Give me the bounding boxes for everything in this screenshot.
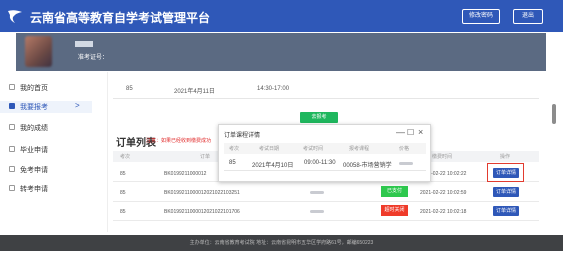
minimize-icon[interactable]: — bbox=[396, 127, 405, 137]
modal-table-header bbox=[224, 143, 426, 154]
scrollbar-track[interactable] bbox=[552, 33, 557, 235]
header-action: 操作 bbox=[500, 154, 511, 160]
maximize-icon[interactable]: ☐ bbox=[407, 128, 414, 137]
sidebar-item-label: 免考申请 bbox=[20, 167, 48, 174]
exemption-icon bbox=[9, 166, 15, 172]
sidebar-item-exemption[interactable]: 免考申请 bbox=[0, 164, 92, 176]
modal-header-time: 考试时间 bbox=[303, 146, 324, 152]
sidebar-item-label: 我要报考 bbox=[20, 104, 48, 111]
register-exam-button[interactable]: 去报考 bbox=[300, 112, 338, 123]
platform-title: 云南省高等教育自学考试管理平台 bbox=[30, 11, 211, 25]
change-password-button[interactable]: 修改密码 bbox=[462, 9, 500, 24]
modal-date: 2021年4月10日 bbox=[252, 163, 294, 169]
logo-icon bbox=[8, 10, 22, 23]
close-icon[interactable]: × bbox=[418, 127, 423, 137]
divider bbox=[224, 170, 426, 171]
footer-text: 主办单位：云南省教育考试院 地址：云南省昆明市五华区学府路61号，邮编65022… bbox=[189, 240, 374, 246]
header-exam: 考次 bbox=[120, 154, 131, 160]
avatar bbox=[25, 36, 52, 67]
sidebar-item-label: 毕业申请 bbox=[20, 147, 48, 154]
order-time: 2021-02-22 10:02:18 bbox=[420, 209, 467, 215]
footer: 主办单位：云南省教育考试院 地址：云南省昆明市五华区学府路61号，邮编65022… bbox=[0, 235, 563, 251]
sidebar-item-transfer[interactable]: 转考申请 bbox=[0, 183, 92, 195]
modal-header-exam: 考次 bbox=[229, 146, 240, 152]
order-detail-button[interactable]: 订单详情 bbox=[493, 206, 519, 216]
sidebar-item-graduation[interactable]: 毕业申请 bbox=[0, 144, 92, 156]
exam-time: 14:30-17:00 bbox=[257, 86, 290, 92]
header-paid-time: 缴费时间 bbox=[432, 154, 453, 160]
order-exam: 85 bbox=[120, 209, 126, 215]
admission-number-label: 准考证号： bbox=[78, 55, 109, 61]
logout-button[interactable]: 退出 bbox=[513, 9, 543, 24]
order-exam: 85 bbox=[120, 190, 126, 196]
order-id: BK0199211000012021022103251 bbox=[164, 190, 240, 196]
user-info-bar: 准考证号： bbox=[16, 33, 546, 71]
exam-session-no: 85 bbox=[126, 86, 133, 92]
scrollbar-thumb[interactable] bbox=[552, 104, 556, 124]
header-order: 订单 bbox=[200, 154, 211, 160]
sidebar-item-label: 转考申请 bbox=[20, 186, 48, 193]
top-header: 云南省高等教育自学考试管理平台 修改密码 退出 bbox=[0, 0, 563, 32]
home-icon bbox=[9, 84, 15, 90]
sidebar-item-scores[interactable]: 我的成绩 bbox=[0, 122, 92, 134]
score-icon bbox=[9, 124, 15, 130]
price-redacted bbox=[399, 162, 413, 165]
modal-header-price: 价格 bbox=[399, 146, 410, 152]
amount-redacted bbox=[310, 191, 324, 194]
sidebar-item-label: 我的首页 bbox=[20, 85, 48, 92]
sidebar-item-home[interactable]: 我的首页 bbox=[0, 82, 92, 94]
exam-date: 2021年4月11日 bbox=[174, 89, 215, 95]
amount-redacted bbox=[310, 210, 324, 213]
status-badge: 已支付 bbox=[381, 186, 408, 197]
order-id: BK0199211000012021022101706 bbox=[164, 209, 240, 215]
order-id: BK0199211000012 bbox=[164, 171, 207, 177]
chevron-right-icon: > bbox=[75, 101, 80, 110]
order-course-detail-modal: 订单课程详情 — ☐ × 考次 考试日期 考试时间 报考课程 价格 85 202… bbox=[218, 124, 431, 182]
modal-title: 订单课程详情 bbox=[224, 133, 261, 139]
graduation-icon bbox=[9, 146, 15, 152]
order-exam: 85 bbox=[120, 171, 126, 177]
modal-time: 09:00-11:30 bbox=[304, 160, 336, 166]
modal-header-date: 考试日期 bbox=[259, 146, 280, 152]
order-detail-button[interactable]: 订单详情 bbox=[493, 187, 519, 197]
order-time: 2021-02-22 10:02:59 bbox=[420, 190, 467, 196]
orders-note: 注意：如果已经收到缴费成功 bbox=[146, 138, 212, 144]
modal-header-course: 报考课程 bbox=[349, 146, 370, 152]
user-name-redacted bbox=[75, 41, 93, 47]
status-badge: 超时关闭 bbox=[381, 205, 408, 216]
sidebar-item-label: 我的成绩 bbox=[20, 125, 48, 132]
divider bbox=[113, 98, 539, 99]
modal-course: 00058-市场营销学 bbox=[343, 163, 392, 169]
register-icon bbox=[9, 103, 15, 109]
transfer-icon bbox=[9, 185, 15, 191]
modal-exam: 85 bbox=[229, 160, 236, 166]
highlight-box bbox=[487, 163, 524, 182]
sidebar-item-register-exam[interactable]: 我要报考 > bbox=[0, 101, 92, 113]
